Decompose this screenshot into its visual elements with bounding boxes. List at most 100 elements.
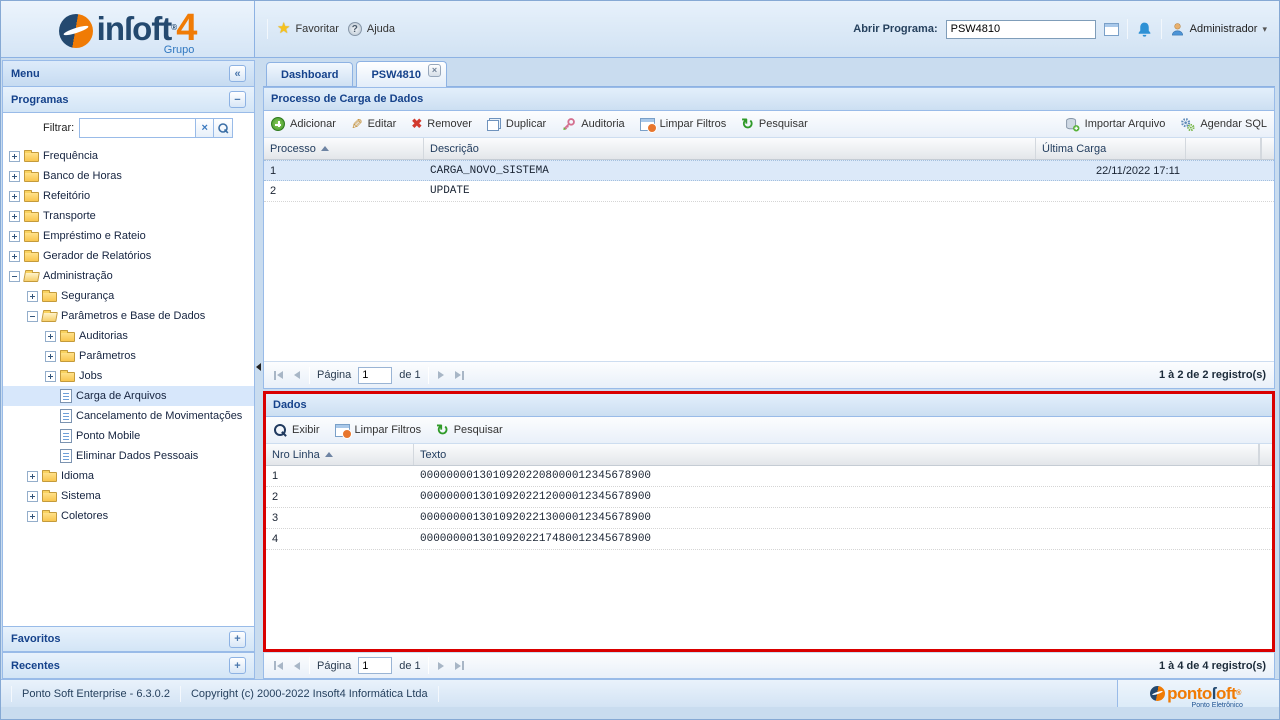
folder-icon [60, 332, 75, 342]
expand-plus-icon[interactable] [9, 211, 20, 222]
recentes-header[interactable]: Recentes + [3, 652, 254, 678]
insoft4-logo-subtitle: Grupo [164, 44, 195, 56]
dados-row-2[interactable]: 2 00000000130109202212000012345678900 [266, 487, 1272, 508]
expand-plus-icon[interactable] [9, 251, 20, 262]
collapse-minus-icon[interactable] [9, 271, 20, 282]
filter-input[interactable] [79, 118, 195, 138]
expand-plus-icon[interactable] [45, 351, 56, 362]
dados-row-3[interactable]: 3 00000000130109202213000012345678900 [266, 508, 1272, 529]
insoft4-logo-icon [59, 14, 93, 48]
tree-node-refeitorio[interactable]: Refeitório [3, 186, 254, 206]
pesquisar-button[interactable]: ↻Pesquisar [436, 424, 503, 437]
tab-psw4810[interactable]: PSW4810 × [356, 61, 447, 87]
tree-node-cancelamento-de-movimentacoes[interactable]: Cancelamento de Movimentações [3, 406, 254, 426]
adicionar-button[interactable]: Adicionar [271, 117, 336, 131]
tree-node-ponto-mobile[interactable]: Ponto Mobile [3, 426, 254, 446]
last-page-button[interactable] [453, 369, 466, 382]
first-page-button[interactable] [272, 369, 285, 382]
tab-label: Dashboard [281, 69, 338, 81]
tab-dashboard[interactable]: Dashboard [266, 62, 353, 86]
tree-node-sistema[interactable]: Sistema [3, 486, 254, 506]
tree-node-transporte[interactable]: Transporte [3, 206, 254, 226]
page-number-input[interactable] [358, 367, 392, 384]
expand-plus-icon[interactable] [27, 511, 38, 522]
tree-node-administracao[interactable]: Administração [3, 266, 254, 286]
tree-node-coletores[interactable]: Coletores [3, 506, 254, 526]
agendar-sql-button[interactable]: Agendar SQL [1180, 117, 1267, 132]
dados-row-1[interactable]: 1 00000000130109202208000012345678900 [266, 466, 1272, 487]
column-header-ultima-carga[interactable]: Última Carga [1036, 138, 1186, 159]
expand-plus-icon[interactable] [9, 191, 20, 202]
exibir-button[interactable]: Exibir [273, 423, 320, 437]
ajuda-button[interactable]: ? Ajuda [348, 22, 395, 36]
processo-row-2[interactable]: 2 UPDATE [264, 181, 1274, 202]
prev-page-button[interactable] [292, 369, 302, 381]
toolbar-divider [267, 19, 268, 39]
close-tab-icon[interactable]: × [428, 64, 441, 77]
remover-button[interactable]: ✖Remover [411, 118, 472, 130]
column-header-descricao[interactable]: Descrição [424, 138, 1036, 159]
open-program-icon[interactable] [1104, 23, 1119, 36]
duplicar-button[interactable]: Duplicar [487, 118, 546, 131]
clear-filter-button[interactable]: × [195, 118, 214, 138]
tree-node-jobs[interactable]: Jobs [3, 366, 254, 386]
column-header-processo[interactable]: Processo [264, 138, 424, 159]
collapse-sidebar-button[interactable]: « [229, 65, 246, 82]
tree-node-auditorias[interactable]: Auditorias [3, 326, 254, 346]
sidebar-splitter[interactable] [255, 60, 263, 679]
search-filter-button[interactable] [214, 118, 233, 138]
editar-button[interactable]: ✎Editar [351, 118, 396, 130]
limpar-filtros-button[interactable]: Limpar Filtros [640, 118, 727, 131]
expand-plus-icon[interactable] [27, 291, 38, 302]
collapse-programas-button[interactable]: − [229, 91, 246, 108]
expand-plus-icon[interactable] [9, 151, 20, 162]
tree-node-parametros-e-base-de-dados[interactable]: Parâmetros e Base de Dados [3, 306, 254, 326]
next-page-button[interactable] [436, 369, 446, 381]
auditoria-button[interactable]: Auditoria [561, 117, 624, 132]
expand-favoritos-button[interactable]: + [229, 631, 246, 648]
tree-node-carga-de-arquivos[interactable]: Carga de Arquivos [3, 386, 254, 406]
tree-node-parametros[interactable]: Parâmetros [3, 346, 254, 366]
abrir-programa-input[interactable] [946, 20, 1096, 39]
limpar-filtros-button[interactable]: Limpar Filtros [335, 424, 422, 437]
next-page-button[interactable] [436, 660, 446, 672]
tree-label: Segurança [61, 290, 114, 302]
expand-plus-icon[interactable] [27, 471, 38, 482]
importar-arquivo-button[interactable]: Importar Arquivo [1065, 117, 1166, 132]
pesquisar-button[interactable]: ↻Pesquisar [741, 118, 808, 131]
processo-row-1[interactable]: 1 CARGA_NOVO_SISTEMA 22/11/2022 17:11 [264, 160, 1274, 181]
expand-plus-icon[interactable] [9, 231, 20, 242]
column-header-nro-linha[interactable]: Nro Linha [266, 444, 414, 465]
processo-toolbar: Adicionar ✎Editar ✖Remover Duplicar Audi… [264, 111, 1274, 138]
dados-row-4[interactable]: 4 00000000130109202217480012345678900 [266, 529, 1272, 550]
tree-node-gerador-de-relatorios[interactable]: Gerador de Relatórios [3, 246, 254, 266]
tree-node-banco-de-horas[interactable]: Banco de Horas [3, 166, 254, 186]
prev-page-button[interactable] [292, 660, 302, 672]
tree-node-seguranca[interactable]: Segurança [3, 286, 254, 306]
expand-plus-icon[interactable] [9, 171, 20, 182]
expand-plus-icon[interactable] [45, 331, 56, 342]
expand-plus-icon[interactable] [45, 371, 56, 382]
page-number-input[interactable] [358, 657, 392, 674]
tree-label: Parâmetros [79, 350, 136, 362]
edit-pencil-icon: ✎ [351, 118, 363, 130]
collapse-minus-icon[interactable] [27, 311, 38, 322]
button-label: Importar Arquivo [1085, 118, 1166, 130]
first-page-button[interactable] [272, 659, 285, 672]
tree-node-idioma[interactable]: Idioma [3, 466, 254, 486]
favoritar-button[interactable]: ★ Favoritar [277, 22, 339, 36]
last-page-button[interactable] [453, 659, 466, 672]
tree-node-frequencia[interactable]: Frequência [3, 146, 254, 166]
column-header-texto[interactable]: Texto [414, 444, 1259, 465]
user-menu[interactable]: Administrador ▾ [1170, 22, 1267, 37]
expand-plus-icon[interactable] [27, 491, 38, 502]
tree-node-emprestimo-e-rateio[interactable]: Empréstimo e Rateio [3, 226, 254, 246]
tree-node-eliminar-dados-pessoais[interactable]: Eliminar Dados Pessoais [3, 446, 254, 466]
splitter-collapse-arrow-icon[interactable] [256, 363, 261, 371]
notifications-bell-icon[interactable] [1136, 21, 1153, 38]
page-of-label: de 1 [399, 369, 420, 381]
expand-recentes-button[interactable]: + [229, 657, 246, 674]
red-highlight-box: Dados Exibir Limpar Filtros ↻Pesquisar N… [263, 391, 1275, 652]
favoritos-header[interactable]: Favoritos + [3, 626, 254, 652]
favoritar-label: Favoritar [295, 23, 338, 35]
